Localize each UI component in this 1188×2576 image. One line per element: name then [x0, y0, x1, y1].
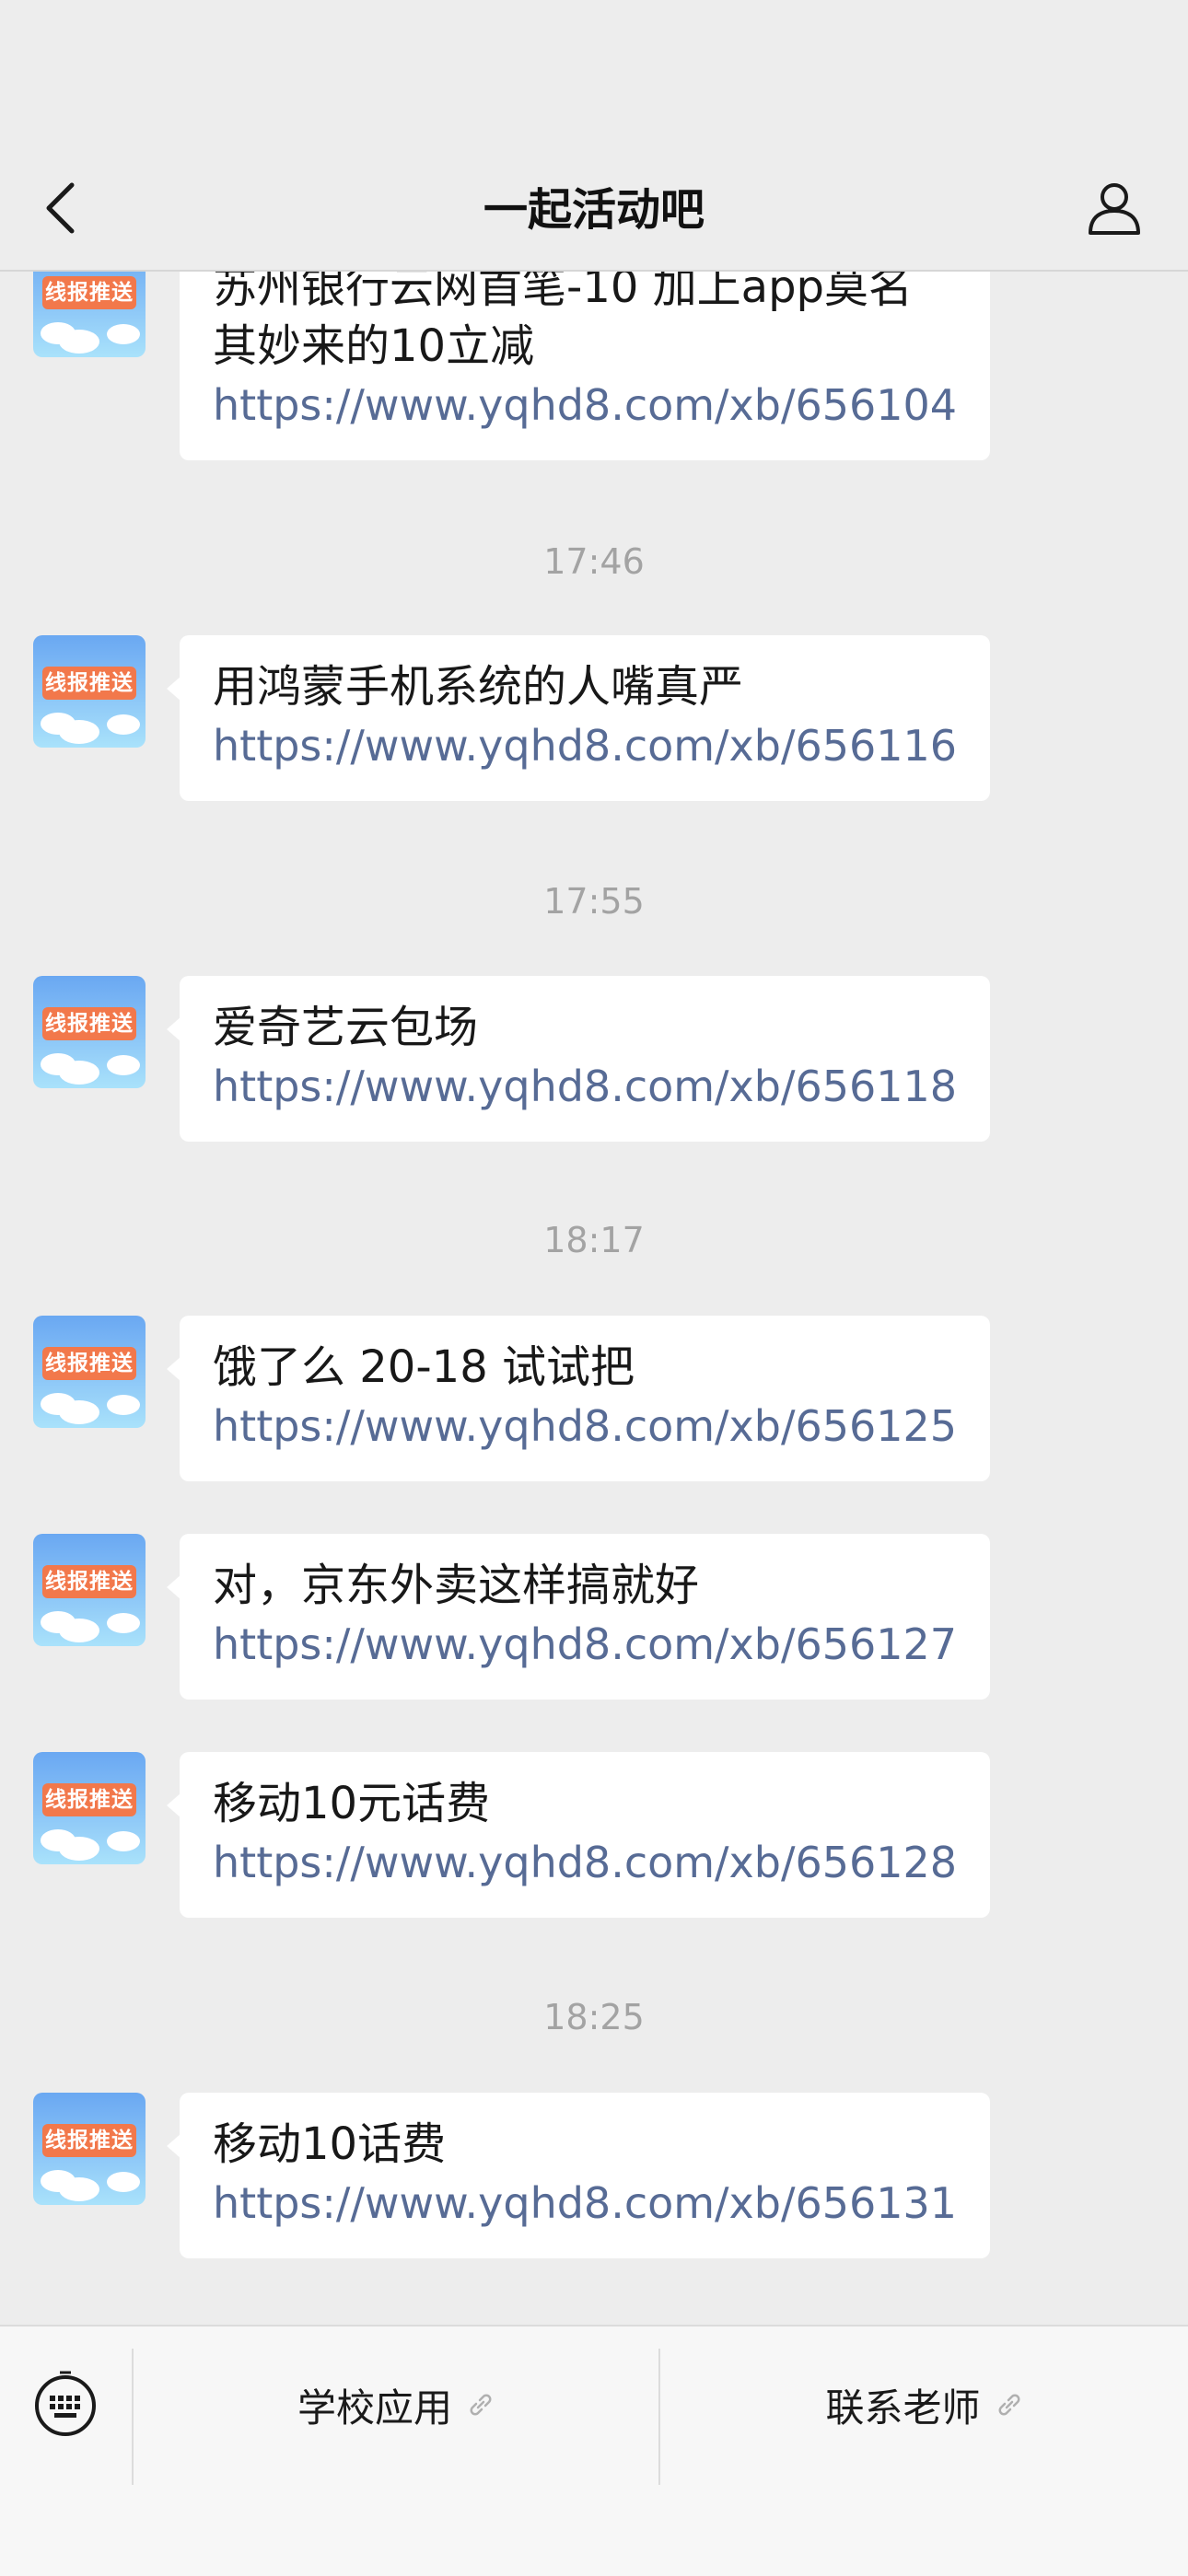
- message-text: 移动10元话费: [213, 1778, 491, 1829]
- sender-avatar[interactable]: 线报推送: [33, 1534, 146, 1646]
- bottom-menu-bar: 学校应用 联系老师: [0, 2325, 1188, 2576]
- message-text: 饿了么 20-18 试试把: [213, 1341, 635, 1393]
- message-bubble[interactable]: 爱奇艺云包场 https://www.yqhd8.com/xb/656118: [166, 976, 991, 1142]
- menu-item-contact-teacher[interactable]: 联系老师: [660, 2354, 1188, 2455]
- cloud-shape: [107, 1395, 140, 1415]
- message-bubble[interactable]: 移动10话费 https://www.yqhd8.com/xb/656131: [166, 2093, 991, 2258]
- menu-item-label: 学校应用: [297, 2385, 452, 2431]
- message-text: 用鸿蒙手机系统的人嘴真严: [213, 661, 744, 713]
- avatar-label: 线报推送: [42, 1347, 136, 1380]
- timestamp: 17:55: [543, 881, 645, 922]
- message-link[interactable]: https://www.yqhd8.com/xb/656118: [213, 1057, 957, 1116]
- message-link[interactable]: https://www.yqhd8.com/xb/656116: [213, 716, 957, 775]
- person-icon: [1089, 183, 1140, 235]
- cloud-shape: [107, 1613, 140, 1633]
- cloud-shape: [59, 2177, 99, 2201]
- sender-avatar[interactable]: 线报推送: [33, 635, 146, 748]
- cloud-shape: [107, 1055, 140, 1075]
- sender-avatar[interactable]: 线报推送: [33, 1316, 146, 1428]
- cloud-shape: [107, 2172, 140, 2192]
- avatar-label: 线报推送: [42, 2124, 136, 2157]
- message-text: 苏州银行云网首笔-10 加上app莫名 其妙来的10立减: [213, 261, 914, 372]
- avatar-label: 线报推送: [42, 1565, 136, 1598]
- cloud-shape: [59, 1619, 99, 1642]
- sender-avatar[interactable]: 线报推送: [33, 1752, 146, 1864]
- avatar-label: 线报推送: [42, 1783, 136, 1816]
- cloud-shape: [59, 1061, 99, 1085]
- message-text: 移动10话费: [213, 2118, 447, 2170]
- cloud-shape: [59, 1837, 99, 1861]
- link-icon: [467, 2391, 495, 2419]
- cloud-shape: [107, 714, 140, 735]
- cloud-shape: [59, 720, 99, 744]
- message-bubble[interactable]: 饿了么 20-18 试试把 https://www.yqhd8.com/xb/6…: [166, 1316, 991, 1481]
- message-link[interactable]: https://www.yqhd8.com/xb/656131: [213, 2174, 957, 2233]
- timestamp: 18:17: [543, 1220, 645, 1260]
- avatar-label: 线报推送: [42, 1007, 136, 1040]
- cloud-shape: [107, 1831, 140, 1851]
- message-link[interactable]: https://www.yqhd8.com/xb/656125: [213, 1397, 957, 1456]
- message-link[interactable]: https://www.yqhd8.com/xb/656128: [213, 1833, 957, 1892]
- cloud-shape: [59, 1400, 99, 1424]
- message-link[interactable]: https://www.yqhd8.com/xb/656104: [213, 376, 957, 435]
- chat-message-list[interactable]: 线报推送 苏州银行云网首笔-10 加上app莫名 其妙来的10立减 https:…: [0, 0, 1188, 2325]
- message-text: 爱奇艺云包场: [213, 1002, 479, 1053]
- cloud-shape: [107, 324, 140, 344]
- message-bubble[interactable]: 苏州银行云网首笔-10 加上app莫名 其妙来的10立减 https://www…: [180, 258, 991, 460]
- menu-item-school-apps[interactable]: 学校应用: [134, 2354, 658, 2455]
- avatar-label: 线报推送: [42, 276, 136, 309]
- avatar-label: 线报推送: [42, 667, 136, 700]
- keyboard-icon: [35, 2371, 96, 2436]
- keyboard-toggle-button[interactable]: [28, 2365, 103, 2443]
- message-link[interactable]: https://www.yqhd8.com/xb/656127: [213, 1615, 957, 1674]
- sender-avatar[interactable]: 线报推送: [33, 976, 146, 1088]
- menu-item-label: 联系老师: [825, 2385, 981, 2431]
- message-text: 对，京东外卖这样搞就好: [213, 1560, 700, 1611]
- nav-header: 一起活动吧: [0, 0, 1188, 272]
- chat-title: 一起活动吧: [483, 184, 705, 236]
- timestamp: 18:25: [543, 1997, 645, 2037]
- message-bubble[interactable]: 移动10元话费 https://www.yqhd8.com/xb/656128: [166, 1752, 991, 1918]
- message-bubble[interactable]: 对，京东外卖这样搞就好 https://www.yqhd8.com/xb/656…: [166, 1534, 991, 1700]
- message-bubble[interactable]: 用鸿蒙手机系统的人嘴真严 https://www.yqhd8.com/xb/65…: [166, 635, 991, 801]
- sender-avatar[interactable]: 线报推送: [33, 2093, 146, 2205]
- link-icon: [996, 2391, 1023, 2419]
- cloud-shape: [59, 330, 99, 354]
- profile-button[interactable]: [1077, 171, 1151, 245]
- timestamp: 17:46: [543, 541, 645, 582]
